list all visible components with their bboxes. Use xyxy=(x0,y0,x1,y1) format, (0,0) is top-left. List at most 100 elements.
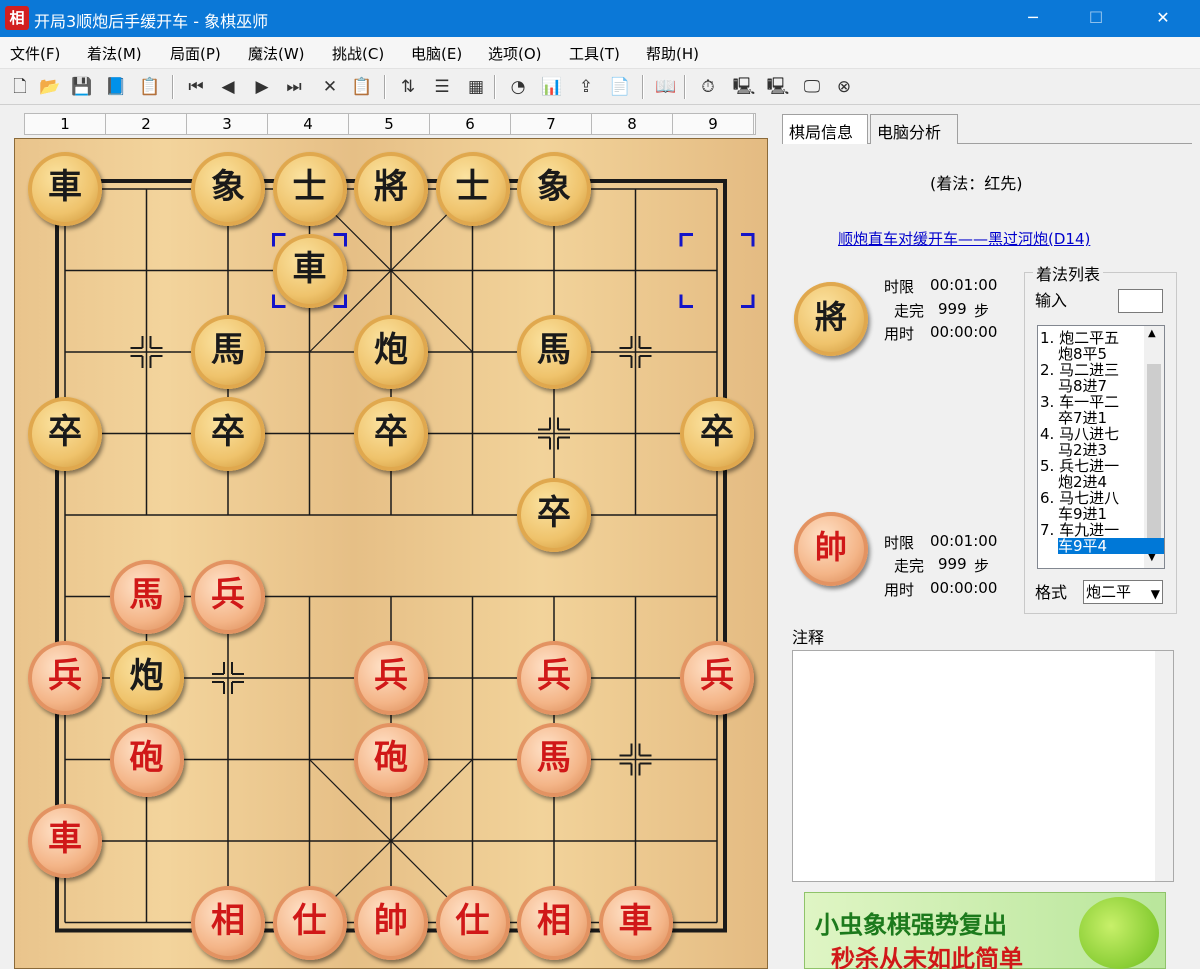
black-piece[interactable]: 車 xyxy=(28,152,102,226)
movelist-scroll-thumb[interactable] xyxy=(1147,364,1161,544)
black-piece[interactable]: 炮 xyxy=(109,641,184,715)
next-move-icon[interactable]: ▶ xyxy=(250,75,274,99)
black-player-piece: 將 xyxy=(794,282,868,356)
scroll-up-icon[interactable]: ▲ xyxy=(1148,328,1156,339)
ad-subline: 秒杀从未如此简单 xyxy=(831,945,1023,969)
menu-position[interactable]: 局面(P) xyxy=(170,43,221,64)
color-wheel-icon[interactable]: ◔ xyxy=(506,75,530,99)
menu-help[interactable]: 帮助(H) xyxy=(646,43,699,64)
red-piece[interactable]: 兵 xyxy=(191,559,265,634)
computer2-icon[interactable]: 🖳 xyxy=(766,75,790,99)
black-piece[interactable]: 卒 xyxy=(28,396,102,471)
search-chart-icon[interactable]: 📊 xyxy=(540,75,564,99)
menu-options[interactable]: 选项(O) xyxy=(488,43,542,64)
menu-file[interactable]: 文件(F) xyxy=(10,43,60,64)
move-list-item[interactable]: 4. 马八进七 xyxy=(1040,426,1119,442)
red-piece[interactable]: 仕 xyxy=(435,885,510,960)
library-icon[interactable]: 📖 xyxy=(654,75,678,99)
tree-icon[interactable]: ☰ xyxy=(430,75,454,99)
red-piece[interactable]: 兵 xyxy=(680,641,754,715)
black-piece[interactable]: 炮 xyxy=(354,315,428,389)
flip-icon[interactable]: ⇅ xyxy=(396,75,420,99)
black-piece[interactable]: 馬 xyxy=(191,315,265,389)
properties-icon[interactable]: 📋 xyxy=(138,75,162,99)
last-move-icon[interactable]: ⏭ xyxy=(282,75,306,99)
new-file-icon[interactable]: 🗋 xyxy=(8,75,32,99)
opening-link[interactable]: 顺炮直车对缓开车——黑过河炮(D14) xyxy=(838,228,1090,249)
ruler-file-6: 6 xyxy=(430,114,511,134)
book-icon[interactable]: 📘 xyxy=(104,75,128,99)
maximize-button[interactable]: ☐ xyxy=(1073,0,1119,37)
black-piece[interactable]: 卒 xyxy=(191,396,265,471)
tab-game-info[interactable]: 棋局信息 xyxy=(782,114,868,145)
menu-magic[interactable]: 魔法(W) xyxy=(248,43,305,64)
move-list-item[interactable]: 车9平4 xyxy=(1058,538,1164,554)
open-folder-icon[interactable]: 📂 xyxy=(38,75,62,99)
chess-board[interactable]: 車象士將士象車馬炮馬卒卒卒卒卒馬兵兵炮兵兵兵砲砲馬車相仕帥仕相車 xyxy=(14,138,768,969)
red-piece[interactable]: 車 xyxy=(598,885,673,960)
move-list-item[interactable]: 7. 车九进一 xyxy=(1040,522,1119,538)
notes-textarea[interactable] xyxy=(792,650,1174,882)
black-piece[interactable]: 士 xyxy=(435,152,510,226)
monitor-icon[interactable]: 🖵 xyxy=(800,75,824,99)
move-list-item[interactable]: 马8进7 xyxy=(1058,378,1107,394)
minimize-button[interactable]: ─ xyxy=(1010,0,1056,37)
movelist-scrollbar[interactable]: ▲ ▼ xyxy=(1144,326,1164,568)
red-piece[interactable]: 兵 xyxy=(28,641,102,715)
red-piece[interactable]: 相 xyxy=(517,885,591,960)
move-list-item[interactable]: 3. 车一平二 xyxy=(1040,394,1119,410)
black-piece[interactable]: 象 xyxy=(517,152,591,226)
delete-icon[interactable]: ✕ xyxy=(318,75,342,99)
black-piece[interactable]: 馬 xyxy=(517,315,591,389)
app-icon[interactable]: 相 xyxy=(5,6,29,30)
menu-moves[interactable]: 着法(M) xyxy=(87,43,142,64)
black-piece[interactable]: 卒 xyxy=(354,396,428,471)
save-icon[interactable]: 💾 xyxy=(70,75,94,99)
black-piece[interactable]: 卒 xyxy=(680,396,754,471)
clipboard-icon[interactable]: 📄 xyxy=(608,75,632,99)
grid-icon[interactable]: ▦ xyxy=(464,75,488,99)
stop-icon[interactable]: ⊗ xyxy=(832,75,856,99)
move-input[interactable] xyxy=(1118,289,1163,313)
notes-scrollbar[interactable] xyxy=(1155,651,1173,881)
first-move-icon[interactable]: ⏮ xyxy=(184,75,208,99)
move-list-item[interactable]: 5. 兵七进一 xyxy=(1040,458,1119,474)
black-time-limit-label: 时限 xyxy=(884,278,915,296)
red-piece[interactable]: 仕 xyxy=(272,885,347,960)
black-piece[interactable]: 車 xyxy=(272,233,347,308)
computer-icon[interactable]: 🖳 xyxy=(732,75,756,99)
format-select[interactable]: 炮二平 ▼ xyxy=(1083,580,1163,604)
paste-icon[interactable]: 📋 xyxy=(350,75,374,99)
move-list-item[interactable]: 卒7进1 xyxy=(1058,410,1107,426)
menu-tools[interactable]: 工具(T) xyxy=(569,43,620,64)
red-piece[interactable]: 車 xyxy=(28,804,102,878)
red-piece[interactable]: 砲 xyxy=(354,722,428,797)
black-piece[interactable]: 將 xyxy=(354,152,428,226)
red-piece[interactable]: 兵 xyxy=(354,641,428,715)
prev-move-icon[interactable]: ◀ xyxy=(216,75,240,99)
red-piece[interactable]: 相 xyxy=(191,885,265,960)
move-list-item[interactable]: 炮2进4 xyxy=(1058,474,1107,490)
black-piece[interactable]: 象 xyxy=(191,152,265,226)
red-piece[interactable]: 兵 xyxy=(517,641,591,715)
movelist-box[interactable]: ▲ ▼ 1. 炮二平五 炮8平5 2. 马二进三 马8进7 3. 车一平二 卒7进1 4. … xyxy=(1037,325,1165,569)
red-piece[interactable]: 砲 xyxy=(109,722,184,797)
red-piece[interactable]: 帥 xyxy=(354,885,428,960)
tab-computer-analysis[interactable]: 电脑分析 xyxy=(870,114,958,144)
move-list-item[interactable]: 6. 马七进八 xyxy=(1040,490,1119,506)
menu-computer[interactable]: 电脑(E) xyxy=(411,43,462,64)
move-list-item[interactable]: 炮8平5 xyxy=(1058,346,1107,362)
menu-challenge[interactable]: 挑战(C) xyxy=(332,43,384,64)
move-list-item[interactable]: 车9进1 xyxy=(1058,506,1107,522)
move-list-item[interactable]: 2. 马二进三 xyxy=(1040,362,1119,378)
red-piece[interactable]: 馬 xyxy=(109,559,184,634)
move-list-item[interactable]: 1. 炮二平五 xyxy=(1040,330,1119,346)
close-button[interactable]: ✕ xyxy=(1140,0,1186,37)
export-icon[interactable]: ⇪ xyxy=(574,75,598,99)
black-piece[interactable]: 士 xyxy=(272,152,347,226)
red-piece[interactable]: 馬 xyxy=(517,722,591,797)
ad-banner[interactable]: 小虫象棋强势复出 秒杀从未如此简单 xyxy=(804,892,1166,969)
clock-icon[interactable]: ⏱ xyxy=(696,75,720,99)
black-piece[interactable]: 卒 xyxy=(517,478,591,552)
move-list-item[interactable]: 马2进3 xyxy=(1058,442,1107,458)
